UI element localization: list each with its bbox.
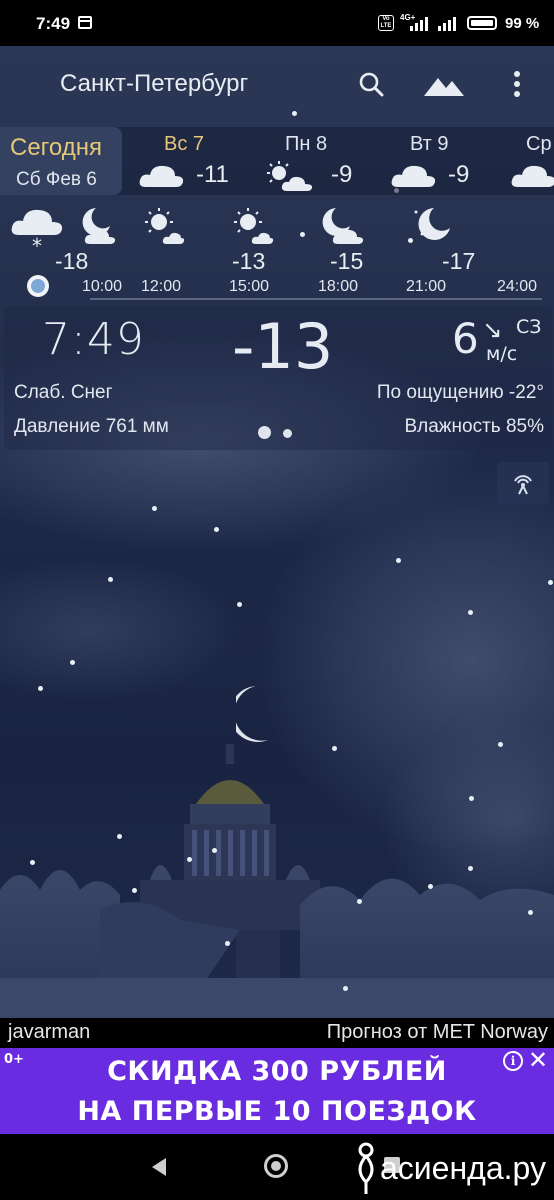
hourly-divider: [90, 298, 542, 300]
ad-subheadline: НА ПЕРВЫЕ 10 ПОЕЗДОК: [77, 1096, 477, 1127]
pressure: Давление 761 мм: [14, 416, 169, 437]
day-mon[interactable]: Пн 8 -9: [265, 127, 375, 195]
day-label: Вс 7: [164, 133, 205, 155]
feels-like: По ощущению -22°: [376, 382, 544, 403]
hourly-temp: -17: [442, 248, 476, 274]
landscape-icon[interactable]: [422, 68, 466, 102]
page-indicator-active: [258, 426, 271, 439]
cloud-icon: [391, 165, 436, 187]
current-temperature: -13: [232, 310, 334, 383]
hourly-time: 18:00: [318, 278, 359, 295]
battery-level: 99 %: [505, 15, 540, 32]
photo-author[interactable]: javarman: [8, 1021, 90, 1044]
sun-cloud-icon: [267, 161, 313, 191]
watermark-logo-icon: [358, 1142, 374, 1194]
home-icon[interactable]: [264, 1154, 288, 1178]
credits-bar: javarman Прогноз от MET Norway: [0, 1018, 554, 1048]
more-vert-icon[interactable]: [500, 68, 534, 102]
status-bar: 7:49 Vo LTE 4G+ 99 %: [0, 0, 554, 46]
current-time-marker: [27, 275, 49, 297]
cloud-icon: [139, 165, 184, 187]
ad-banner[interactable]: 0+ СКИДКА 300 РУБЛЕЙ НА ПЕРВЫЕ 10 ПОЕЗДО…: [0, 1048, 554, 1134]
moon-cloud-icon: [82, 208, 116, 244]
humidity: Влажность 85%: [404, 416, 544, 437]
radar-icon: [514, 475, 532, 495]
hourly-temp: -15: [330, 248, 364, 274]
hourly-time: 21:00: [406, 278, 447, 295]
page-indicator: [283, 429, 292, 438]
watermark-text: асиенда.ру: [380, 1150, 546, 1186]
day-tue[interactable]: Вт 9 -9: [390, 127, 500, 195]
day-date: Сб Фев 6: [16, 169, 97, 190]
moon-stars-icon: [414, 208, 450, 240]
sun-cloud-icon: [234, 208, 274, 244]
day-temp: -11: [196, 161, 229, 188]
search-icon[interactable]: [355, 68, 389, 102]
hourly-temp: -13: [232, 248, 266, 274]
day-label: Вт 9: [410, 133, 449, 155]
forecast-provider[interactable]: Прогноз от MET Norway: [327, 1021, 548, 1044]
hourly-time: 12:00: [141, 278, 182, 295]
day-sun[interactable]: Вс 7 -11: [138, 127, 248, 195]
ad-headline: СКИДКА 300 РУБЛЕЙ: [107, 1056, 447, 1087]
sun-cloud-icon: [145, 208, 185, 244]
radar-button[interactable]: [497, 462, 549, 504]
daily-forecast-strip[interactable]: Сегодня Сб Фев 6 Вс 7 -11 Пн 8 -9 Вт 9 -…: [0, 127, 554, 195]
day-temp: -9: [331, 161, 353, 188]
day-temp: -9: [448, 161, 470, 188]
day-today[interactable]: Сегодня Сб Фев 6: [0, 127, 122, 195]
hourly-temp: -18: [55, 248, 89, 274]
wind-direction: СЗ: [516, 316, 542, 338]
back-icon[interactable]: [152, 1158, 166, 1176]
signal-icon-2: [438, 15, 462, 31]
moon-cloud-icon: [322, 208, 364, 244]
day-label: Пн 8: [285, 133, 328, 155]
cloud-icon: [511, 165, 554, 187]
city-name[interactable]: Санкт-Петербург: [60, 70, 248, 98]
battery-icon: [467, 16, 497, 30]
wind-unit: м/с: [486, 343, 518, 365]
current-time: 7:49: [42, 314, 145, 365]
hourly-time: 10:00: [82, 278, 123, 295]
day-wed[interactable]: Ср: [508, 127, 554, 195]
ad-close-icon[interactable]: ✕: [528, 1048, 548, 1072]
hourly-time: 15:00: [229, 278, 270, 295]
day-label: Ср: [526, 133, 552, 155]
day-label: Сегодня: [10, 134, 102, 161]
hourly-time: 24:00: [497, 278, 538, 295]
cathedral-illustration: [0, 744, 554, 1018]
calendar-icon: [78, 16, 92, 29]
status-time: 7:49: [36, 14, 71, 33]
condition-text: Слаб. Снег: [14, 382, 113, 403]
wind-speed: 6: [452, 314, 479, 363]
volte-icon: Vo LTE: [378, 15, 394, 31]
ad-info-icon[interactable]: i: [503, 1051, 523, 1071]
signal-icon: [410, 15, 434, 31]
svg-text:*: *: [32, 234, 42, 255]
